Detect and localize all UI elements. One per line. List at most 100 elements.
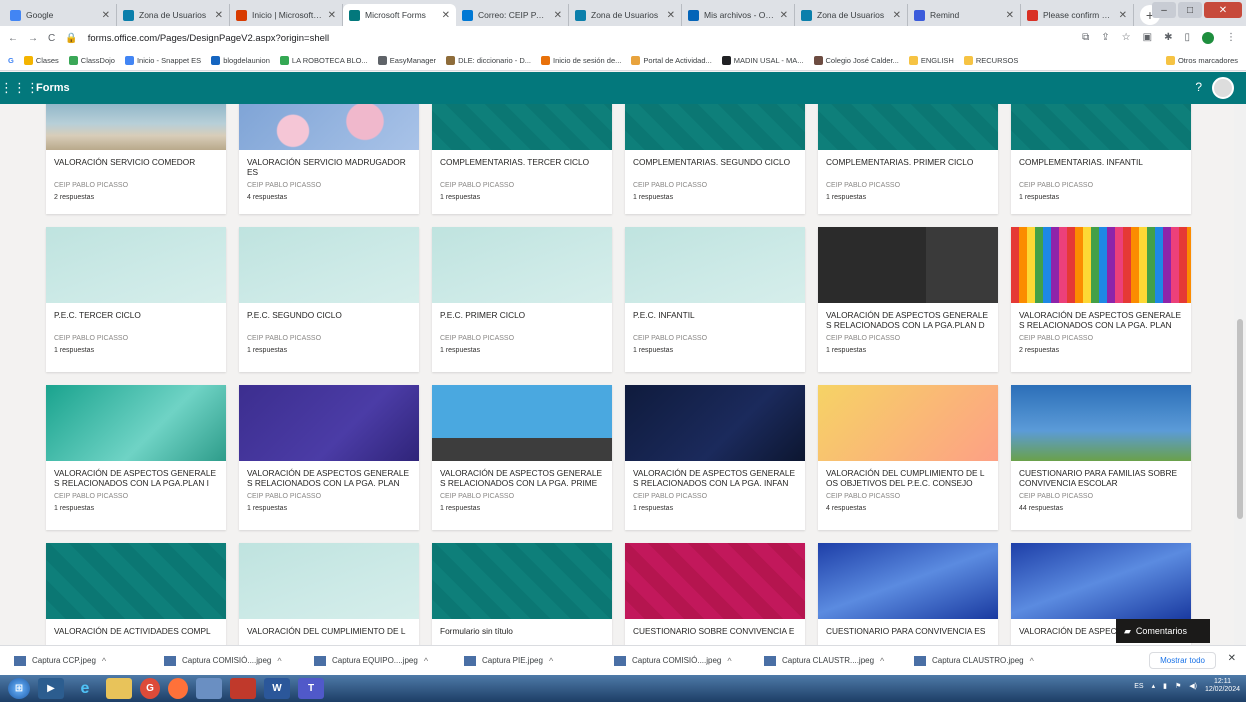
form-card[interactable]: Formulario sin título [432, 543, 612, 645]
form-card[interactable]: COMPLEMENTARIAS. TERCER CICLO CEIP PABLO … [432, 104, 612, 214]
bookmark-item[interactable]: MADIN USAL - MA... [721, 55, 804, 65]
minimize-button[interactable]: – [1152, 2, 1176, 18]
form-card[interactable]: VALORACIÓN DE ASPECTOS GENERALE S RELACI… [625, 385, 805, 530]
back-icon[interactable]: ← [8, 33, 18, 44]
flag-icon[interactable]: ⚑ [1175, 682, 1181, 690]
network-icon[interactable]: ▮ [1163, 682, 1167, 690]
download-item[interactable]: Captura COMISIÓ....jpeg ^ [614, 655, 764, 666]
tab-close-icon[interactable]: ✕ [1119, 10, 1127, 21]
download-item[interactable]: Captura CLAUSTR....jpeg ^ [764, 655, 914, 666]
firefox-icon[interactable] [168, 678, 188, 699]
tray-arrow-icon[interactable]: ▴ [1152, 682, 1156, 690]
chevron-up-icon[interactable]: ^ [102, 656, 106, 666]
clock[interactable]: 12:11 12/02/2024 [1205, 678, 1240, 695]
form-card[interactable]: P.E.C. SEGUNDO CICLO CEIP PABLO PICASSO 1 … [239, 227, 419, 372]
form-card[interactable]: VALORACIÓN SERVICIO COMEDOR CEIP PABLO PI… [46, 104, 226, 214]
bookmark-item[interactable]: Inicio de sesión de... [541, 55, 621, 65]
form-card[interactable]: COMPLEMENTARIAS. PRIMER CICLO CEIP PABLO … [818, 104, 998, 214]
form-card[interactable]: P.E.C. INFANTIL CEIP PABLO PICASSO 1 respu… [625, 227, 805, 372]
bookmark-item[interactable]: blogdelaunion [211, 55, 270, 65]
ie-icon[interactable]: e [72, 678, 98, 699]
browser-tab[interactable]: Google ✕ [4, 4, 117, 26]
browser-tab[interactable]: Zona de Usuarios ✕ [795, 4, 908, 26]
bookmark-item[interactable]: Inicio - Snappet ES [124, 55, 201, 65]
form-card[interactable]: VALORACIÓN DEL CUMPLIMIENTO DE L OS OBJE… [818, 385, 998, 530]
app-launcher-icon[interactable]: ⋮⋮⋮ [0, 80, 39, 96]
chevron-up-icon[interactable]: ^ [727, 656, 731, 666]
bookmark-item[interactable]: ENGLISH [908, 55, 954, 65]
close-downloads-icon[interactable]: ✕ [1228, 653, 1236, 664]
tab-close-icon[interactable]: ✕ [667, 10, 675, 21]
bookmark-item[interactable]: Clases [23, 55, 59, 65]
download-item[interactable]: Captura PIE.jpeg ^ [464, 655, 614, 666]
form-card[interactable]: COMPLEMENTARIAS. SEGUNDO CICLO CEIP PABLO… [625, 104, 805, 214]
form-card[interactable]: VALORACIÓN DE ASPECTOS GENERALE S RELACI… [239, 385, 419, 530]
form-card[interactable]: VALORACIÓN DE ASPECTOS GENERALE S RELACI… [818, 227, 998, 372]
browser-tab[interactable]: Please confirm you ✕ [1021, 4, 1134, 26]
browser-tab[interactable]: Zona de Usuarios ✕ [569, 4, 682, 26]
google-bookmark-icon[interactable]: G [8, 56, 14, 65]
teams-icon[interactable]: T [298, 678, 324, 699]
share-icon[interactable]: ⇪ [1101, 32, 1109, 44]
volume-icon[interactable]: ◀) [1189, 682, 1197, 690]
form-card[interactable]: CUESTIONARIO PARA FAMILIAS SOBRE CONVIVE… [1011, 385, 1191, 530]
sidepanel-icon[interactable]: ▯ [1184, 32, 1190, 44]
tab-close-icon[interactable]: ✕ [215, 10, 223, 21]
bookmark-item[interactable]: LA ROBOTECA BLO... [279, 55, 368, 65]
notes-icon[interactable] [196, 678, 222, 699]
help-icon[interactable]: ? [1195, 80, 1202, 94]
form-card[interactable]: VALORACIÓN DEL CUMPLIMIENTO DE L [239, 543, 419, 645]
chevron-up-icon[interactable]: ^ [277, 656, 281, 666]
window-close-button[interactable]: ✕ [1204, 2, 1242, 18]
maximize-button[interactable]: □ [1178, 2, 1202, 18]
feedback-button[interactable]: ▰ Comentarios [1116, 619, 1210, 643]
browser-tab[interactable]: Correo: CEIP PABLO ✕ [456, 4, 569, 26]
chevron-up-icon[interactable]: ^ [424, 656, 428, 666]
form-card[interactable]: CUESTIONARIO PARA CONVIVENCIA ES [818, 543, 998, 645]
bookmark-item[interactable]: EasyManager [377, 55, 436, 65]
tab-close-icon[interactable]: ✕ [442, 10, 450, 21]
bookmark-item[interactable]: Portal de Actividad... [631, 55, 712, 65]
word-icon[interactable]: W [264, 678, 290, 699]
explorer-icon[interactable] [106, 678, 132, 699]
browser-tab[interactable]: Microsoft Forms ✕ [343, 4, 456, 26]
other-bookmarks[interactable]: Otros marcadores [1165, 55, 1246, 65]
form-card[interactable]: COMPLEMENTARIAS. INFANTIL CEIP PABLO PICA… [1011, 104, 1191, 214]
scrollbar[interactable] [1234, 104, 1246, 645]
scrollbar-thumb[interactable] [1237, 319, 1243, 519]
bookmark-item[interactable]: DLE: diccionario - D... [446, 55, 531, 65]
download-item[interactable]: Captura CCP.jpeg ^ [14, 655, 164, 666]
profile-icon[interactable] [1202, 32, 1214, 44]
avatar[interactable] [1212, 77, 1234, 99]
form-card[interactable]: VALORACIÓN DE ASPECTOS GENERALE S RELACI… [432, 385, 612, 530]
start-button[interactable]: ⊞ [8, 678, 30, 699]
form-card[interactable]: VALORACIÓN DE ASPECTOS GENERALE S RELACI… [46, 385, 226, 530]
form-card[interactable]: CUESTIONARIO SOBRE CONVIVENCIA E [625, 543, 805, 645]
tab-close-icon[interactable]: ✕ [893, 10, 901, 21]
tab-close-icon[interactable]: ✕ [780, 10, 788, 21]
download-item[interactable]: Captura CLAUSTRO.jpeg ^ [914, 655, 1064, 666]
browser-tab[interactable]: Zona de Usuarios ✕ [117, 4, 230, 26]
browser-tab[interactable]: Mis archivos - One[✕ [682, 4, 795, 26]
download-item[interactable]: Captura EQUIPO....jpeg ^ [314, 655, 464, 666]
install-icon[interactable]: ⧉ [1082, 32, 1089, 44]
app-name[interactable]: Forms [36, 82, 70, 94]
puzzle-icon[interactable]: ✱ [1164, 32, 1172, 44]
form-card[interactable]: VALORACIÓN DE ACTIVIDADES COMPL [46, 543, 226, 645]
star-icon[interactable]: ☆ [1122, 32, 1131, 44]
language-indicator[interactable]: ES [1134, 683, 1143, 690]
extension-icon[interactable]: ▣ [1143, 32, 1152, 44]
browser-tab[interactable]: Remind ✕ [908, 4, 1021, 26]
calendar-icon[interactable] [230, 678, 256, 699]
download-item[interactable]: Captura COMISIÓ....jpeg ^ [164, 655, 314, 666]
bookmark-item[interactable]: RECURSOS [963, 55, 1018, 65]
media-player-icon[interactable]: ▶ [38, 678, 64, 699]
form-card[interactable]: VALORACIÓN SERVICIO MADRUGADOR ES CEIP PA… [239, 104, 419, 214]
bookmark-item[interactable]: ClassDojo [68, 55, 115, 65]
tab-close-icon[interactable]: ✕ [328, 10, 336, 21]
url-field[interactable]: forms.office.com/Pages/DesignPageV2.aspx… [88, 33, 1072, 44]
chevron-up-icon[interactable]: ^ [549, 656, 553, 666]
reload-icon[interactable]: C [48, 33, 55, 44]
chevron-up-icon[interactable]: ^ [1030, 656, 1034, 666]
tab-close-icon[interactable]: ✕ [1006, 10, 1014, 21]
